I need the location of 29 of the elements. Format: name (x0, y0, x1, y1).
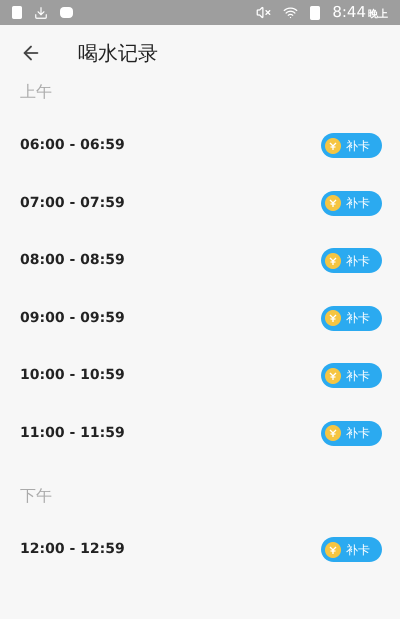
coin-icon (325, 310, 341, 326)
wifi-icon (283, 5, 298, 20)
makeup-button[interactable]: 补卡 (321, 306, 382, 331)
clock-time: 8:44 (332, 5, 366, 20)
section-heading: 下午 (19, 485, 53, 507)
coin-icon (325, 138, 341, 154)
time-slot: 10:00 - 10:59 (20, 365, 125, 386)
makeup-button[interactable]: 补卡 (321, 190, 382, 216)
section-heading: 上午 (19, 81, 53, 103)
coin-icon (325, 425, 341, 442)
makeup-button[interactable]: 补卡 (321, 537, 382, 562)
time-slot: 09:00 - 09:59 (20, 308, 125, 329)
makeup-button[interactable]: 补卡 (321, 133, 382, 158)
mute-icon (256, 5, 272, 20)
page-title: 喝水记录 (78, 40, 158, 66)
makeup-button[interactable]: 补卡 (321, 248, 382, 274)
download-icon (34, 6, 48, 20)
coin-icon (325, 195, 341, 212)
time-slot: 08:00 - 08:59 (20, 250, 125, 272)
makeup-button[interactable]: 补卡 (321, 363, 382, 388)
time-slot: 11:00 - 11:59 (20, 422, 125, 444)
clock-period: 晚上 (368, 10, 388, 20)
time-slot: 07:00 - 07:59 (20, 192, 125, 214)
coin-icon (325, 368, 341, 384)
makeup-button[interactable]: 补卡 (321, 420, 382, 446)
time-slot: 06:00 - 06:59 (20, 135, 125, 156)
coin-icon (325, 252, 341, 269)
coin-icon (325, 542, 341, 558)
time-slot: 12:00 - 12:59 (20, 539, 125, 560)
